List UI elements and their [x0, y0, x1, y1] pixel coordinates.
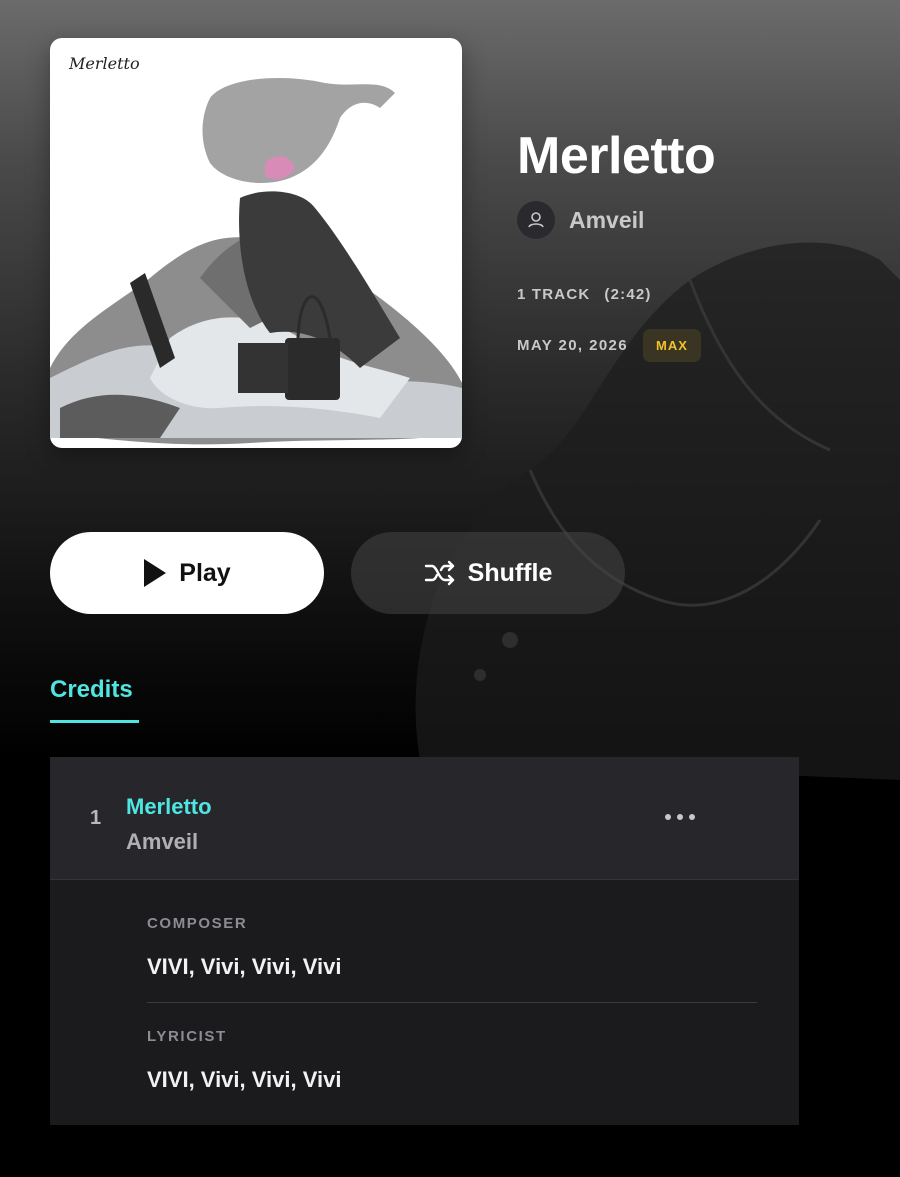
album-duration: (2:42)	[604, 286, 652, 303]
play-button[interactable]: Play	[50, 532, 324, 614]
track-artist[interactable]: Amveil	[126, 829, 198, 855]
play-button-label: Play	[179, 558, 231, 587]
shuffle-button[interactable]: Shuffle	[351, 532, 625, 614]
quality-badge: MAX	[643, 329, 701, 362]
cover-title-text: Merletto	[69, 54, 140, 73]
album-title: Merletto	[517, 127, 716, 185]
artist-name: Amveil	[569, 206, 645, 233]
album-cover[interactable]: Merletto	[50, 38, 462, 448]
tab-credits[interactable]: Credits	[50, 676, 139, 723]
release-date: MAY 20, 2026	[517, 337, 629, 354]
album-cover-illustration	[50, 78, 462, 445]
credit-divider	[147, 1002, 757, 1003]
track-number: 1	[90, 807, 102, 829]
credit-names-lyricist: VIVI, Vivi, Vivi, Vivi	[147, 1067, 342, 1092]
artist-link[interactable]: Amveil	[517, 201, 644, 239]
release-info: MAY 20, 2026 MAX	[517, 329, 701, 362]
credit-names-composer: VIVI, Vivi, Vivi, Vivi	[147, 954, 342, 979]
track-row[interactable]: 1 Merletto Amveil	[50, 757, 799, 880]
credit-role-lyricist: LYRICIST	[147, 1028, 227, 1045]
user-icon	[517, 201, 555, 239]
track-summary: 1 TRACK (2:42)	[517, 286, 652, 303]
shuffle-button-label: Shuffle	[467, 558, 553, 587]
more-options-icon[interactable]	[655, 802, 705, 832]
track-title[interactable]: Merletto	[126, 794, 212, 820]
credit-role-composer: COMPOSER	[147, 915, 248, 932]
track-list: 1 Merletto Amveil COMPOSER VIVI, Vivi, V…	[50, 757, 799, 1125]
shuffle-icon	[424, 560, 456, 586]
play-icon	[143, 558, 167, 588]
track-count: 1 TRACK	[517, 286, 591, 303]
